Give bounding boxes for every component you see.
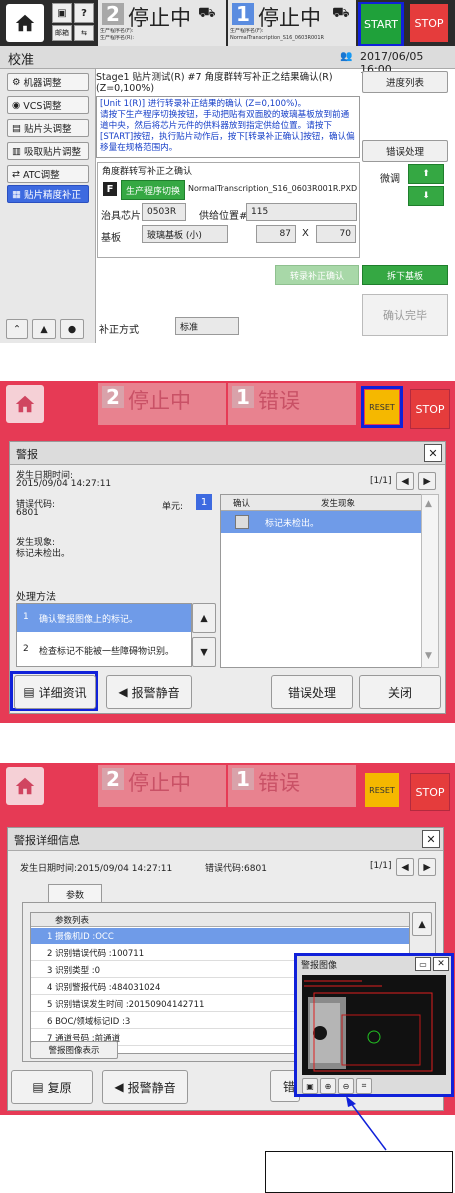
callout-box	[265, 1151, 453, 1193]
callout-arrow	[346, 1096, 387, 1151]
